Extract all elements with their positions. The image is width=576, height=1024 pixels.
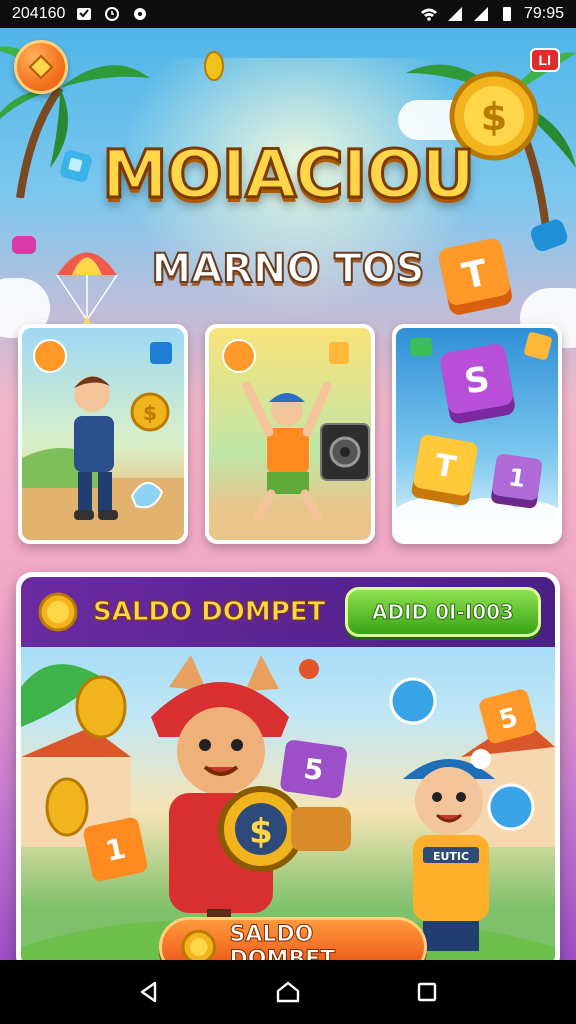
status-clock: 79:95 [523,5,564,22]
mini-cards-row: $ S T 1 [18,324,562,544]
wallet-scene: 5 5 1 $ EUTIC [21,655,555,960]
tiles-card-art: S T 1 [396,328,558,540]
tiles-card[interactable]: S T 1 [392,324,562,544]
game-title: MOIACIOU [100,135,476,215]
alarm-icon [105,7,120,21]
coin-icon [181,929,216,960]
recents-icon [417,982,436,1002]
dancer-illustration [222,339,370,521]
kid-badge: EUTIC [433,850,469,863]
coin-icon [38,592,78,632]
dancer-card-art [209,328,371,540]
home-button[interactable] [268,972,308,1012]
wallet-panel-inner: 5 5 1 $ EUTIC SALDO DOMPET ADID 0I-I003 … [21,577,555,960]
navigation-bar [0,960,576,1024]
letter-tile-icon: T [438,238,512,315]
game-screen: $ LI MOIACIOU MARNO TOS T $ S T 1 5 5 1 … [0,28,576,960]
home-icon [276,981,300,1003]
recents-button[interactable] [407,972,447,1012]
diamond-menu-button[interactable] [14,40,68,94]
wallet-title: SALDO DOMPET [92,597,326,628]
player-card-art: $ [22,328,184,540]
svg-text:$: $ [249,812,273,852]
dancer-card[interactable] [205,324,375,544]
status-time: 204160 [12,5,66,22]
player-illustration: $ [22,339,184,540]
wallet-balance-button[interactable]: SALDO DOMBET [159,917,427,960]
live-badge[interactable]: LI [529,48,560,72]
player-id-button[interactable]: ADID 0I-I003 [345,587,541,637]
tiles-illustration: S T 1 [396,332,558,540]
wallet-balance-label: SALDO DOMBET [229,922,336,961]
svg-text:$: $ [481,95,507,139]
dot-icon [134,8,147,20]
wallet-header: SALDO DOMPET ADID 0I-I003 [21,577,555,647]
diamond-icon [28,54,54,80]
battery-icon [502,7,511,21]
signal-icon [447,7,462,21]
svg-text:$: $ [143,401,157,425]
notification-icon [77,8,92,20]
wallet-panel: 5 5 1 $ EUTIC SALDO DOMPET ADID 0I-I003 … [16,572,560,960]
player-card[interactable]: $ [18,324,188,544]
status-bar: 204160 79:95 [0,0,576,28]
signal-icon-2 [473,7,488,21]
wifi-icon [420,8,437,21]
small-coin-icon [204,51,224,81]
back-icon [141,981,157,1003]
back-button[interactable] [129,972,169,1012]
